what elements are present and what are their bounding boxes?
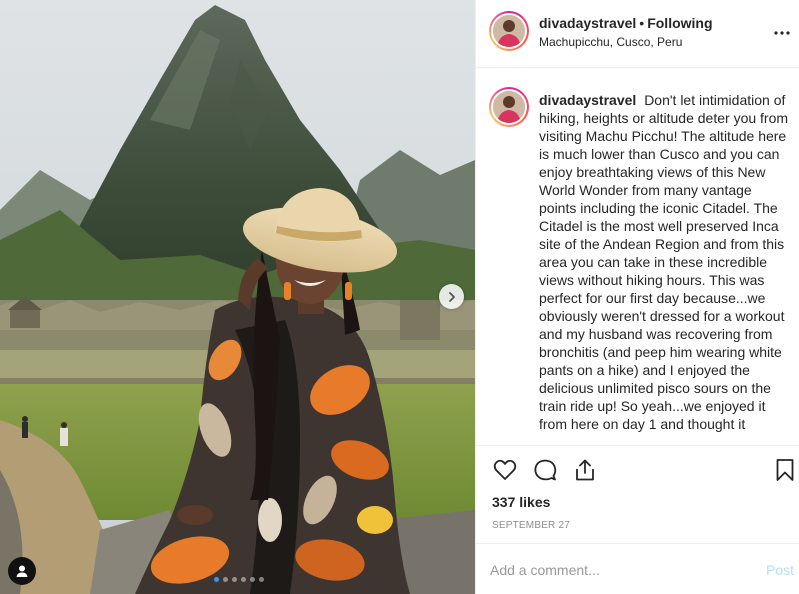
more-options-button[interactable] [774,22,790,40]
post-date: SEPTEMBER 27 [492,520,570,531]
chevron-right-icon [448,291,455,302]
post-comment-button[interactable]: Post [766,562,794,578]
carousel-dot [223,577,228,582]
caption-section[interactable]: divadaystravel Don't let intimidation of… [476,69,799,445]
avatar[interactable] [489,11,529,51]
carousel-indicator [214,577,264,582]
bookmark-icon [776,459,794,481]
header-user-line: divadaystravel • Following [539,15,713,31]
comment-button[interactable] [532,457,558,483]
carousel-dot [241,577,246,582]
caption-username-link[interactable]: divadaystravel [539,92,636,108]
comment-input[interactable] [490,556,740,584]
like-button[interactable] [492,457,518,483]
post-photo[interactable] [0,0,475,594]
share-button[interactable] [572,457,598,483]
location-link[interactable]: Machupicchu, Cusco, Peru [539,35,682,49]
user-tags-button[interactable] [8,557,36,585]
next-photo-button[interactable] [439,284,464,309]
separator-dot: • [639,15,645,31]
carousel-dot [232,577,237,582]
comment-form: Post [476,543,799,594]
avatar-border [491,89,527,125]
more-options-icon [774,31,790,35]
comment-bubble-icon [534,459,557,481]
caption-text: Don't let intimidation of hiking, height… [539,92,789,432]
likes-count[interactable]: 337 likes [492,494,550,510]
carousel-dot [214,577,219,582]
heart-icon [493,459,517,480]
avatar-border [491,13,527,49]
avatar-image-art [493,15,525,47]
share-icon [576,459,594,481]
carousel-dot [250,577,255,582]
avatar-image [493,91,525,123]
avatar-image [493,15,525,47]
caption-text-block: divadaystravel Don't let intimidation of… [539,91,791,433]
carousel-dot [259,577,264,582]
post-details-panel: divadaystravel • Following Machupicchu, Cu… [475,0,799,594]
username-link[interactable]: divadaystravel [539,15,636,31]
action-icons-row [476,446,799,494]
user-tag-icon [16,565,28,577]
following-button[interactable]: Following [647,15,712,31]
save-button[interactable] [772,457,798,483]
post-header: divadaystravel • Following Machupicchu, Cu… [476,0,799,68]
avatar-image-art [493,91,525,123]
post-actions: 337 likes SEPTEMBER 27 [476,445,799,531]
machu-picchu-photo [0,0,475,594]
caption-avatar[interactable] [489,87,529,127]
